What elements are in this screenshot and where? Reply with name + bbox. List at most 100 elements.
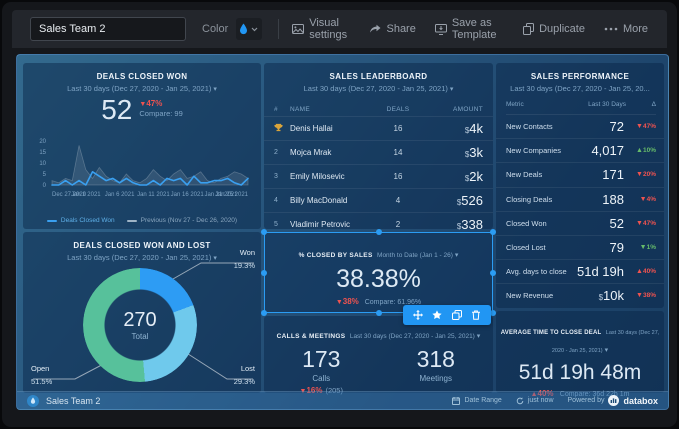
metric-delta: 47% bbox=[624, 123, 656, 130]
image-icon bbox=[292, 24, 305, 34]
save-as-template-label: Save as Template bbox=[451, 17, 497, 41]
date-range-selector[interactable]: Last 30 days (Dec 27, 2020 - Jan 25, 20.… bbox=[496, 84, 664, 93]
visual-settings-button[interactable]: Visual settings bbox=[292, 17, 350, 41]
save-as-template-button[interactable]: Save as Template bbox=[434, 17, 504, 41]
performance-row[interactable]: Avg. days to close 51d 19h40% bbox=[496, 259, 664, 283]
color-picker-dropdown[interactable] bbox=[236, 18, 262, 40]
toolbar-divider bbox=[277, 19, 279, 39]
callout-lost: Lost 29.3% bbox=[234, 364, 255, 386]
leaderboard-row[interactable]: 4 Billy MacDonald 4 $526 bbox=[264, 188, 493, 212]
metric-label: Closed Lost bbox=[506, 243, 546, 253]
donut-total: 270 bbox=[123, 308, 157, 331]
favorite-star-icon[interactable] bbox=[432, 310, 442, 320]
more-button[interactable]: More bbox=[604, 23, 648, 35]
performance-row[interactable]: Closing Deals 1884% bbox=[496, 186, 664, 211]
metric-label: Avg. days to close bbox=[506, 267, 567, 277]
rank-number: 5 bbox=[274, 221, 278, 228]
svg-text:10: 10 bbox=[39, 161, 46, 167]
delete-trash-icon[interactable] bbox=[471, 310, 481, 320]
panel-title: % CLOSED BY SALES bbox=[298, 252, 373, 259]
kpi-compare: Compare: 99 bbox=[139, 109, 183, 118]
chevron-down-icon bbox=[251, 27, 258, 31]
metric-value: 79 bbox=[609, 240, 624, 256]
meetings-kpi: 318 Meetings bbox=[379, 347, 494, 395]
metric-delta: 4% bbox=[624, 196, 656, 203]
date-range-selector[interactable]: Last 30 days (Dec 27, 2020 - Jan 25, 202… bbox=[264, 84, 493, 93]
duplicate-widget-icon[interactable] bbox=[451, 310, 462, 320]
top-toolbar: Color Visual settings Share bbox=[12, 10, 667, 48]
resize-handle-nw[interactable] bbox=[261, 229, 267, 235]
share-button[interactable]: Share bbox=[369, 23, 416, 35]
powered-by-label: Powered by bbox=[567, 397, 605, 404]
share-label: Share bbox=[386, 23, 416, 35]
date-range-button[interactable]: Date Range bbox=[452, 396, 502, 405]
resize-handle-n[interactable] bbox=[375, 229, 382, 235]
deals-count: 4 bbox=[395, 196, 401, 205]
resize-handle-e[interactable] bbox=[490, 269, 496, 276]
leaderboard-header: # NAME DEALS AMOUNT bbox=[264, 102, 493, 116]
legend-label-previous: Previous (Nov 27 - Dec 26, 2020) bbox=[140, 217, 238, 224]
performance-row[interactable]: New Companies 4,01710% bbox=[496, 138, 664, 162]
col-delta: Δ bbox=[651, 101, 656, 108]
performance-row[interactable]: New Contacts 7247% bbox=[496, 115, 664, 138]
performance-row[interactable]: New Revenue $10k38% bbox=[496, 283, 664, 307]
leaderboard-rows: Denis Hallai 16 $4k 2 Mojca Mrak 14 $3k 3 Emily … bbox=[264, 116, 493, 236]
panel-sales-leaderboard[interactable]: SALES LEADERBOARD Last 30 days (Dec 27, … bbox=[264, 63, 493, 232]
date-range-selector[interactable]: Last 30 days (Dec 27, 2020 - Jan 25, 202… bbox=[350, 333, 481, 340]
resize-handle-ne[interactable] bbox=[490, 229, 496, 235]
col-name: NAME bbox=[290, 105, 310, 113]
metric-delta: 38% bbox=[624, 292, 656, 299]
svg-text:5: 5 bbox=[43, 172, 47, 178]
metric-delta: 47% bbox=[624, 220, 656, 227]
panel-avg-time-to-close[interactable]: AVERAGE TIME TO CLOSE DEAL Last 30 days … bbox=[496, 311, 664, 398]
rank-number: 3 bbox=[274, 173, 278, 180]
callout-pct: 29.3% bbox=[233, 377, 255, 386]
panel-calls-meetings[interactable]: CALLS & MEETINGS Last 30 days (Dec 27, 2… bbox=[264, 305, 494, 396]
deals-count: 14 bbox=[393, 148, 403, 157]
panel-deals-won-lost[interactable]: DEALS CLOSED WON AND LOST Last 30 days (… bbox=[23, 232, 261, 393]
refresh-status[interactable]: just now bbox=[516, 396, 554, 405]
visual-settings-label: Visual settings bbox=[309, 17, 348, 41]
deals-count: 2 bbox=[395, 220, 401, 229]
panel-title: SALES LEADERBOARD bbox=[329, 72, 428, 81]
callout-label: Won bbox=[239, 248, 255, 257]
leaderboard-row[interactable]: Denis Hallai 16 $4k bbox=[264, 116, 493, 140]
metric-value: 52 bbox=[609, 215, 624, 231]
col-deals: DEALS bbox=[386, 105, 410, 113]
callout-open: Open 51.5% bbox=[31, 364, 52, 386]
amount-value: $338 bbox=[456, 216, 483, 232]
metric-label: New Revenue bbox=[506, 291, 554, 301]
ellipsis-icon bbox=[604, 27, 618, 31]
duplicate-button[interactable]: Duplicate bbox=[523, 23, 585, 35]
salesperson-name: Billy MacDonald bbox=[290, 196, 348, 205]
performance-row[interactable]: New Deals 17120% bbox=[496, 162, 664, 186]
callout-pct: 19.3% bbox=[233, 261, 255, 270]
callout-label: Open bbox=[31, 364, 50, 373]
date-range-label: Date Range bbox=[464, 397, 502, 404]
performance-row[interactable]: Closed Won 5247% bbox=[496, 210, 664, 235]
leaderboard-row[interactable]: 3 Emily Milosevic 16 $2k bbox=[264, 164, 493, 188]
panel-deals-closed-won[interactable]: DEALS CLOSED WON Last 30 days (Dec 27, 2… bbox=[23, 63, 261, 229]
performance-row[interactable]: Closed Lost 791% bbox=[496, 234, 664, 259]
powered-by-databox[interactable]: Powered by databox bbox=[568, 395, 658, 406]
deals-line-chart: 05101520Dec 27 2020Jan 1 2021 Jan 6 2021 J… bbox=[39, 139, 249, 198]
move-icon[interactable] bbox=[412, 310, 423, 320]
panel-sales-performance[interactable]: SALES PERFORMANCE Last 30 days (Dec 27, … bbox=[496, 63, 664, 308]
rank-number: 4 bbox=[274, 197, 278, 204]
calls-kpi: 173 Calls 16%(205) bbox=[264, 347, 379, 396]
salesperson-name: Denis Hallai bbox=[290, 124, 333, 133]
date-range-selector[interactable]: Last 30 days (Dec 27, 2020 - Jan 25, 202… bbox=[23, 84, 261, 93]
droplet-badge-icon bbox=[27, 394, 39, 407]
resize-handle-w[interactable] bbox=[261, 269, 267, 276]
dashboard-title-input[interactable] bbox=[30, 17, 186, 41]
droplet-icon bbox=[240, 23, 248, 35]
svg-text:15: 15 bbox=[39, 150, 46, 156]
panel-title: DEALS CLOSED WON bbox=[96, 72, 188, 81]
amount-value: $2k bbox=[464, 168, 483, 184]
panel-pct-closed-by-sales[interactable]: % CLOSED BY SALES Month to Date (Jan 1 -… bbox=[261, 229, 496, 316]
date-range-selector[interactable]: Month to Date (Jan 1 - 26) bbox=[377, 252, 458, 259]
panel-title: SALES PERFORMANCE bbox=[530, 72, 630, 81]
leaderboard-row[interactable]: 2 Mojca Mrak 14 $3k bbox=[264, 140, 493, 164]
panel-title: CALLS & MEETINGS bbox=[276, 333, 346, 340]
panel-title: AVERAGE TIME TO CLOSE DEAL bbox=[500, 330, 602, 336]
